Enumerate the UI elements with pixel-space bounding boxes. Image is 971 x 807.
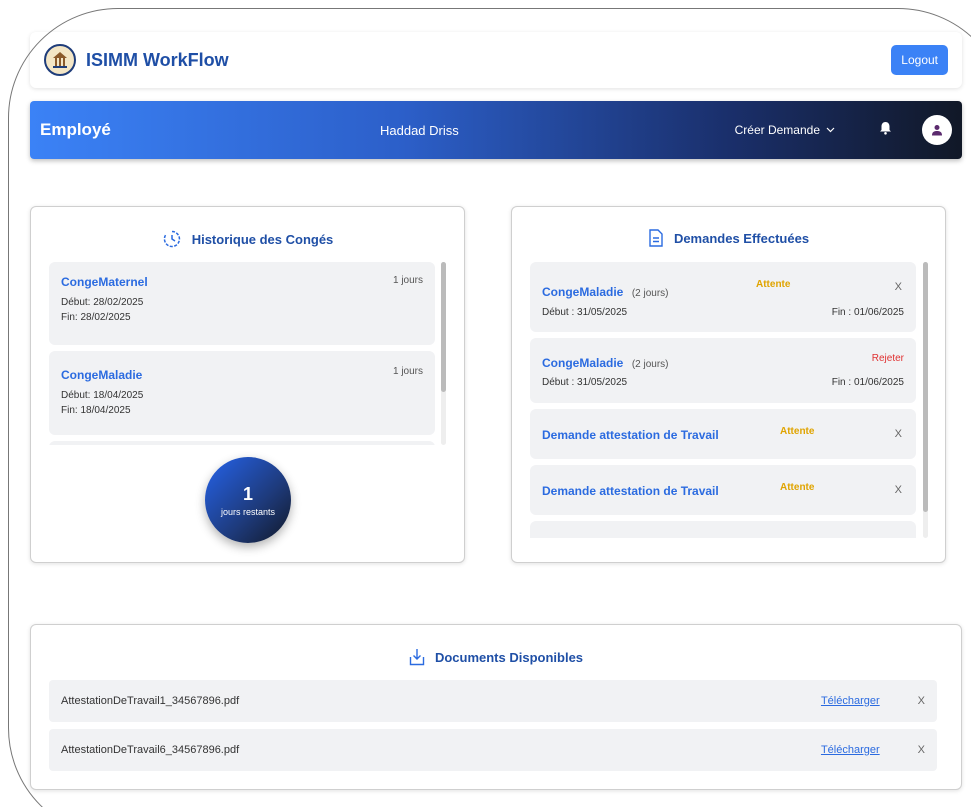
history-item-partial xyxy=(49,441,435,445)
user-icon xyxy=(932,125,942,136)
history-item-type: CongeMaternel xyxy=(61,275,148,289)
history-item-end: Fin: 18/04/2025 xyxy=(61,405,131,416)
history-item-start: Début: 28/02/2025 xyxy=(61,297,144,308)
history-item-start: Début: 18/04/2025 xyxy=(61,390,144,401)
remaining-days-value: 1 xyxy=(242,483,253,504)
history-item-end: Fin: 28/02/2025 xyxy=(61,312,131,323)
delete-request-button[interactable]: X xyxy=(895,428,902,440)
requests-scrollbar[interactable] xyxy=(923,262,928,538)
status-badge: Attente xyxy=(756,279,791,290)
history-scrollbar[interactable] xyxy=(441,262,446,445)
delete-document-button[interactable]: X xyxy=(918,695,925,707)
history-list[interactable]: CongeMaternel 1 jours Début: 28/02/2025 … xyxy=(49,262,435,445)
history-item-days: 1 jours xyxy=(392,366,423,377)
download-link[interactable]: Télécharger xyxy=(821,744,880,756)
request-item-type: Demande attestation de Travail xyxy=(542,484,719,498)
history-item-days: 1 jours xyxy=(392,275,423,286)
history-clock-icon xyxy=(163,230,180,248)
create-request-label: Créer Demande xyxy=(734,123,820,137)
request-item: Demande attestation de Travail Attente X xyxy=(530,409,916,459)
history-card: Historique des Congés CongeMaternel 1 jo… xyxy=(30,206,465,563)
logout-button[interactable]: Logout xyxy=(891,45,948,75)
documents-card-title: Documents Disponibles xyxy=(31,648,961,666)
requests-list[interactable]: CongeMaladie (2 jours) Attente X Début :… xyxy=(530,262,916,538)
request-item-type: CongeMaladie xyxy=(542,285,624,299)
document-icon xyxy=(649,229,663,247)
document-row: AttestationDeTravail1_34567896.pdf Téléc… xyxy=(49,680,937,722)
download-icon xyxy=(409,649,425,666)
request-item-duration: (2 jours) xyxy=(631,288,669,299)
download-link[interactable]: Télécharger xyxy=(821,695,880,707)
user-role: Employé xyxy=(40,120,111,139)
request-item-start: Début : 31/05/2025 xyxy=(542,377,628,388)
main-navbar: Employé Haddad Driss Créer Demande xyxy=(30,101,962,159)
request-item: CongeMaladie (2 jours) Rejeter Début : 3… xyxy=(530,338,916,403)
remaining-days-badge: 1 jours restants xyxy=(205,457,291,543)
request-item: CongeMaladie (2 jours) Attente X Début :… xyxy=(530,262,916,332)
requests-card: Demandes Effectuées CongeMaladie (2 jour… xyxy=(511,206,946,563)
request-item-type: Demande attestation de Travail xyxy=(542,428,719,442)
chevron-down-icon xyxy=(826,127,835,133)
avatar[interactable] xyxy=(922,115,952,145)
document-name: AttestationDeTravail6_34567896.pdf xyxy=(61,744,240,756)
document-row: AttestationDeTravail6_34567896.pdf Téléc… xyxy=(49,729,937,771)
status-badge: Rejeter xyxy=(871,353,904,364)
history-item: CongeMaternel 1 jours Début: 28/02/2025 … xyxy=(49,262,435,345)
request-item: Demande attestation de Travail Attente X xyxy=(530,465,916,515)
delete-document-button[interactable]: X xyxy=(918,744,925,756)
history-card-title: Historique des Congés xyxy=(31,229,464,249)
isimm-logo xyxy=(44,44,76,76)
document-name: AttestationDeTravail1_34567896.pdf xyxy=(61,695,240,707)
app-title: ISIMM WorkFlow xyxy=(86,49,229,70)
status-badge: Attente xyxy=(780,482,815,493)
bell-icon[interactable] xyxy=(879,121,892,140)
user-name: Haddad Driss xyxy=(380,122,459,138)
status-badge: Attente xyxy=(780,426,815,437)
request-item-duration: (2 jours) xyxy=(631,359,669,370)
delete-request-button[interactable]: X xyxy=(895,281,902,293)
documents-title-text: Documents Disponibles xyxy=(434,649,584,665)
request-item-start: Début : 31/05/2025 xyxy=(542,307,628,318)
documents-card: Documents Disponibles AttestationDeTrava… xyxy=(30,624,962,790)
request-item-end: Fin : 01/06/2025 xyxy=(831,377,904,388)
history-item: CongeMaladie 1 jours Début: 18/04/2025 F… xyxy=(49,351,435,435)
top-bar: ISIMM WorkFlow Logout xyxy=(30,32,962,88)
delete-request-button[interactable]: X xyxy=(895,484,902,496)
history-item-type: CongeMaladie xyxy=(61,368,143,382)
history-title-text: Historique des Congés xyxy=(191,231,334,247)
requests-card-title: Demandes Effectuées xyxy=(512,229,945,247)
create-request-menu[interactable]: Créer Demande xyxy=(735,123,835,137)
requests-title-text: Demandes Effectuées xyxy=(673,230,810,246)
request-item-type: CongeMaladie xyxy=(542,356,624,370)
request-item-end: Fin : 01/06/2025 xyxy=(831,307,904,318)
remaining-days-label: jours restants xyxy=(220,506,276,517)
request-item-partial xyxy=(530,521,916,538)
